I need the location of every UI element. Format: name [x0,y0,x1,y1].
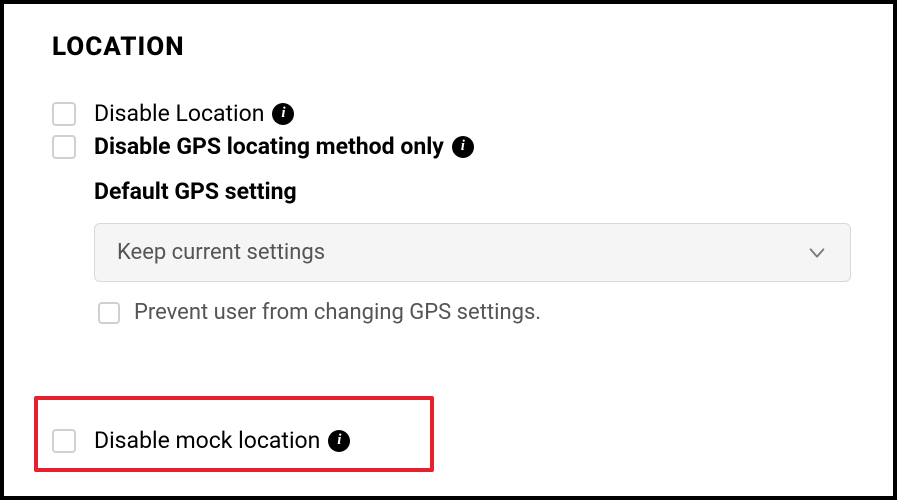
default-gps-select-value: Keep current settings [117,240,325,265]
chevron-down-icon [806,242,828,264]
disable-gps-only-row: Disable GPS locating method only i [52,133,851,160]
prevent-change-checkbox[interactable] [98,302,120,324]
disable-gps-only-label: Disable GPS locating method only [94,133,444,160]
disable-gps-only-checkbox[interactable] [52,135,76,159]
disable-location-label: Disable Location [94,100,264,127]
disable-location-row: Disable Location i [52,100,851,127]
disable-location-checkbox[interactable] [52,102,76,126]
prevent-change-label: Prevent user from changing GPS settings. [134,300,541,325]
info-icon[interactable]: i [272,103,294,125]
info-icon[interactable]: i [452,136,474,158]
section-title: LOCATION [52,32,851,62]
info-icon[interactable]: i [328,430,350,452]
disable-mock-label: Disable mock location [94,427,320,454]
prevent-change-row: Prevent user from changing GPS settings. [98,300,851,325]
default-gps-block: Default GPS setting Keep current setting… [94,178,851,325]
disable-mock-checkbox[interactable] [52,429,76,453]
disable-mock-row: Disable mock location i [52,427,350,454]
default-gps-select[interactable]: Keep current settings [94,223,851,282]
default-gps-heading: Default GPS setting [94,178,851,205]
location-settings-panel: LOCATION Disable Location i Disable GPS … [0,0,897,500]
